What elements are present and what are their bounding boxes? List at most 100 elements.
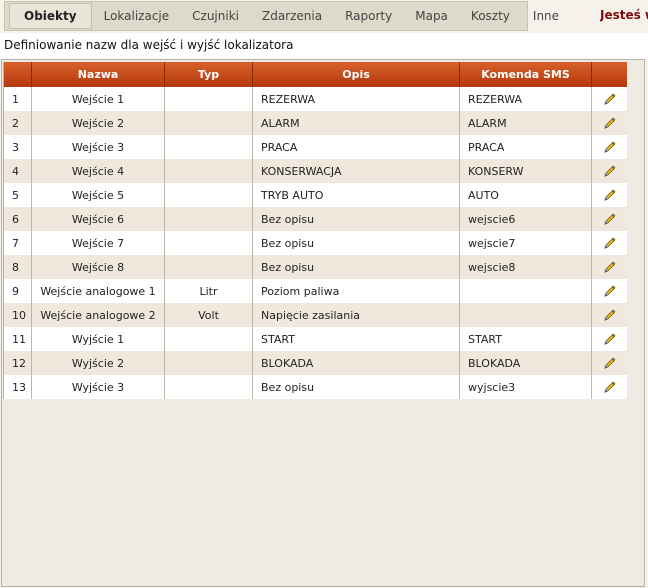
row-description: Poziom paliwa [252,279,460,303]
row-sms-command: wejscie8 [459,255,592,279]
row-number: 12 [3,351,32,375]
row-sms-command [459,279,592,303]
row-type [164,183,253,207]
row-number: 11 [3,327,32,351]
row-name: Wejście 2 [31,111,165,135]
row-sms-command: ALARM [459,111,592,135]
header-description[interactable]: Opis [252,62,460,87]
nav-raporty[interactable]: Raporty [334,4,403,28]
row-sms-command: wyjscie3 [459,375,592,399]
nav-koszty[interactable]: Koszty [460,4,521,28]
row-edit-cell [591,159,627,183]
row-sms-command: AUTO [459,183,592,207]
header-edit [591,62,627,87]
table-row: 5 Wejście 5 TRYB AUTO AUTO [3,183,627,207]
row-description: Bez opisu [252,207,460,231]
row-description: ALARM [252,111,460,135]
page-title: Definiowanie nazw dla wejść i wyjść loka… [4,38,294,52]
row-description: REZERWA [252,87,460,111]
table-row: 13 Wyjście 3 Bez opisu wyjscie3 [3,375,627,399]
row-number: 7 [3,231,32,255]
row-edit-cell [591,111,627,135]
row-name: Wejście 3 [31,135,165,159]
row-type [164,111,253,135]
row-description: KONSERWACJA [252,159,460,183]
pencil-icon[interactable] [603,285,616,298]
row-number: 13 [3,375,32,399]
nav-obiekty[interactable]: Obiekty [9,3,92,29]
row-description: Bez opisu [252,255,460,279]
header-type[interactable]: Typ [164,62,253,87]
row-edit-cell [591,303,627,327]
row-number: 9 [3,279,32,303]
row-name: Wejście 1 [31,87,165,111]
row-number: 4 [3,159,32,183]
pencil-icon[interactable] [603,93,616,106]
user-status-text: Jesteś w [600,8,648,22]
row-edit-cell [591,87,627,111]
row-edit-cell [591,207,627,231]
table-row: 7 Wejście 7 Bez opisu wejscie7 [3,231,627,255]
row-name: Wejście analogowe 1 [31,279,165,303]
nav-mapa[interactable]: Mapa [404,4,459,28]
table-row: 4 Wejście 4 KONSERWACJA KONSERW [3,159,627,183]
header-sms-command[interactable]: Komenda SMS [459,62,592,87]
table-row: 8 Wejście 8 Bez opisu wejscie8 [3,255,627,279]
row-type [164,255,253,279]
pencil-icon[interactable] [603,309,616,322]
row-description: BLOKADA [252,351,460,375]
pencil-icon[interactable] [603,213,616,226]
row-name: Wejście 7 [31,231,165,255]
row-type [164,375,253,399]
table-row: 11 Wyjście 1 START START [3,327,627,351]
pencil-icon[interactable] [603,333,616,346]
row-sms-command: REZERWA [459,87,592,111]
row-name: Wejście 8 [31,255,165,279]
row-edit-cell [591,375,627,399]
row-type [164,135,253,159]
table-row: 1 Wejście 1 REZERWA REZERWA [3,87,627,111]
pencil-icon[interactable] [603,237,616,250]
row-name: Wyjście 3 [31,375,165,399]
row-number: 1 [3,87,32,111]
nav-lokalizacje[interactable]: Lokalizacje [93,4,181,28]
table-row: 10 Wejście analogowe 2 Volt Napięcie zasila… [3,303,627,327]
row-name: Wejście analogowe 2 [31,303,165,327]
table-row: 9 Wejście analogowe 1 Litr Poziom paliwa [3,279,627,303]
row-edit-cell [591,327,627,351]
row-type: Volt [164,303,253,327]
pencil-icon[interactable] [603,261,616,274]
row-name: Wejście 6 [31,207,165,231]
row-sms-command: START [459,327,592,351]
pencil-icon[interactable] [603,141,616,154]
row-sms-command [459,303,592,327]
table-header-row: Nazwa Typ Opis Komenda SMS [3,62,627,87]
row-edit-cell [591,255,627,279]
row-type [164,207,253,231]
row-edit-cell [591,135,627,159]
header-name[interactable]: Nazwa [31,62,165,87]
row-name: Wyjście 1 [31,327,165,351]
row-number: 10 [3,303,32,327]
row-description: Bez opisu [252,231,460,255]
row-number: 3 [3,135,32,159]
row-type: Litr [164,279,253,303]
nav-czujniki[interactable]: Czujniki [181,4,250,28]
pencil-icon[interactable] [603,189,616,202]
nav-zdarzenia[interactable]: Zdarzenia [251,4,333,28]
header-nr [3,62,32,87]
row-description: TRYB AUTO [252,183,460,207]
row-type [164,159,253,183]
pencil-icon[interactable] [603,117,616,130]
io-names-table: Nazwa Typ Opis Komenda SMS 1 Wejście 1 REZ… [3,62,627,399]
table-row: 6 Wejście 6 Bez opisu wejscie6 [3,207,627,231]
row-edit-cell [591,351,627,375]
nav-inne[interactable]: Inne [522,4,570,28]
row-name: Wejście 5 [31,183,165,207]
row-type [164,327,253,351]
pencil-icon[interactable] [603,381,616,394]
row-description: Bez opisu [252,375,460,399]
row-type [164,87,253,111]
pencil-icon[interactable] [603,357,616,370]
pencil-icon[interactable] [603,165,616,178]
